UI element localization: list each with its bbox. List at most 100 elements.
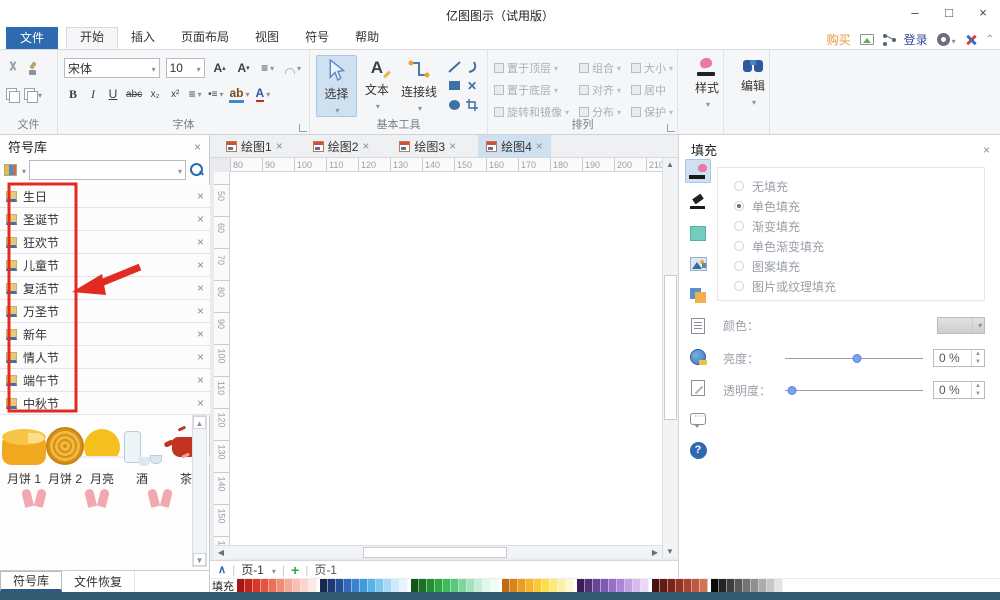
palette-swatch[interactable] [593,579,601,592]
subscript-button[interactable]: x₂ [146,84,164,104]
library-list-item[interactable]: 狂欢节 [0,231,210,254]
connector-tool-button[interactable]: 连接线 [397,55,441,117]
paste-icon[interactable] [24,88,36,101]
document-tab[interactable]: 绘图2 [305,135,378,157]
document-tab[interactable]: 绘图1 [218,135,291,157]
superscript-button[interactable]: x² [166,84,184,104]
arrange-button[interactable]: 大小▾ [631,60,673,76]
scroll-down-icon[interactable]: ▼ [193,553,206,566]
close-button[interactable]: × [966,0,1000,24]
fill-option-radio[interactable]: 单色渐变填充 [734,236,984,256]
transparency-spinner[interactable]: 0 %▲▼ [933,381,985,399]
bold-button[interactable]: B [64,84,82,104]
rectangle-tool-icon[interactable] [449,81,460,90]
ribbon-tab[interactable]: 帮助 [342,27,392,49]
palette-swatch[interactable] [625,579,633,592]
palette-swatch[interactable] [427,579,435,592]
horizontal-scroll-thumb[interactable] [363,547,507,558]
scroll-up-icon[interactable]: ▲ [193,416,206,429]
format-tab-icon[interactable] [685,407,711,431]
fill-option-radio[interactable]: 单色填充 [734,196,984,216]
format-tab-icon[interactable] [685,283,711,307]
palette-swatch[interactable] [775,579,783,592]
scroll-up-icon[interactable]: ▲ [663,158,677,171]
theme-icon[interactable] [965,34,977,46]
vertical-scroll-thumb[interactable] [664,275,677,420]
quick-access-icon[interactable] [144,6,160,22]
palette-swatch[interactable] [269,579,277,592]
palette-swatch[interactable] [668,579,676,592]
library-item-close-icon[interactable] [197,373,204,387]
palette-swatch[interactable] [534,579,542,592]
arrange-button[interactable]: 置于底层▾ [494,82,569,98]
scroll-right-icon[interactable]: ▶ [648,546,662,559]
symbol-thumbnail[interactable]: 月饼 2 [46,417,84,489]
palette-swatch[interactable] [542,579,550,592]
palette-swatch[interactable] [320,579,328,592]
library-item-close-icon[interactable] [197,396,204,410]
share-icon[interactable] [883,34,895,46]
library-item-close-icon[interactable] [197,212,204,226]
library-item-close-icon[interactable] [197,304,204,318]
palette-swatch[interactable] [368,579,376,592]
library-item-close-icon[interactable] [197,189,204,203]
format-tab-icon[interactable]: ? [685,438,711,462]
library-list-item[interactable]: 圣诞节 [0,208,210,231]
library-list-item[interactable]: 新年 [0,323,210,346]
ribbon-tab[interactable]: 视图 [242,27,292,49]
line-tool-icon[interactable] [448,61,461,73]
gear-caret-icon[interactable] [950,33,956,47]
format-tab-icon[interactable] [685,376,711,400]
gear-icon[interactable] [937,33,950,46]
select-tool-button[interactable]: 选择 [316,55,357,117]
format-tab-icon[interactable] [685,252,711,276]
arrange-button[interactable]: 居中 [631,82,673,98]
add-page-button[interactable]: + [291,562,299,578]
fill-option-radio[interactable]: 图片或纹理填充 [734,276,984,296]
file-menu-button[interactable]: 文件 [6,27,58,49]
palette-swatch[interactable] [459,579,467,592]
align-text-button[interactable]: ≡ [259,58,277,78]
palette-swatch[interactable] [719,579,727,592]
fill-option-radio[interactable]: 图案填充 [734,256,984,276]
quick-access-icon[interactable] [52,6,68,22]
arrange-button[interactable]: 置于顶层▾ [494,60,569,76]
fill-option-radio[interactable]: 无填充 [734,176,984,196]
palette-swatch[interactable] [767,579,775,592]
palette-swatch[interactable] [419,579,427,592]
palette-swatch[interactable] [285,579,293,592]
palette-swatch[interactable] [743,579,751,592]
sidebar-scrollbar[interactable]: ▲ ▼ [192,415,207,567]
login-button[interactable]: 登录 [904,31,928,48]
palette-swatch[interactable] [711,579,719,592]
library-list-item[interactable]: 生日 [0,185,210,208]
palette-swatch[interactable] [309,579,317,592]
palette-swatch[interactable] [692,579,700,592]
format-painter-icon[interactable] [26,62,39,75]
palette-swatch[interactable] [483,579,491,592]
brightness-slider[interactable] [785,358,923,359]
quick-access-icon[interactable] [29,6,45,22]
palette-swatch[interactable] [400,579,408,592]
palette-swatch[interactable] [641,579,649,592]
palette-swatch[interactable] [475,579,483,592]
palette-swatch[interactable] [435,579,443,592]
palette-swatch[interactable] [360,579,368,592]
palette-swatch[interactable] [585,579,593,592]
symbol-thumbnail[interactable] [65,489,128,509]
transparency-slider-handle[interactable] [787,386,796,395]
palette-swatch[interactable] [376,579,384,592]
palette-swatch[interactable] [700,579,708,592]
arrange-button[interactable]: 组合▾ [579,60,621,76]
palette-swatch[interactable] [609,579,617,592]
symbol-thumbnail[interactable]: 酒 [120,417,164,489]
symbol-search-input[interactable] [29,160,186,180]
sidebar-bottom-tab[interactable]: 文件恢复 [62,571,135,592]
text-tool-button[interactable]: A 文本 [357,55,397,117]
line-spacing-button[interactable]: ≡ [186,84,204,104]
symbol-thumbnail[interactable]: 月亮 [84,417,120,489]
transparency-slider[interactable] [785,390,923,391]
font-dialog-launcher-icon[interactable] [299,124,307,132]
palette-swatch[interactable] [759,579,767,592]
palette-swatch[interactable] [352,579,360,592]
